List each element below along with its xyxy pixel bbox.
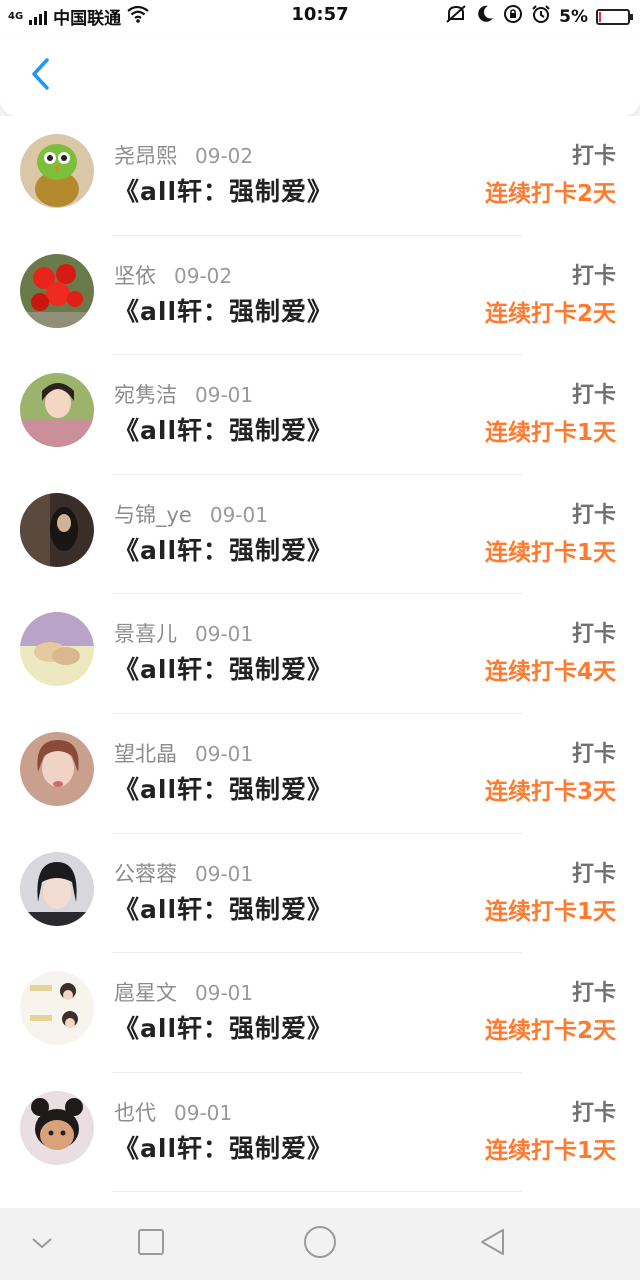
- checkin-label: 打卡: [571, 144, 616, 169]
- recents-button[interactable]: [131, 1224, 171, 1264]
- checkin-date: 09-01: [195, 981, 254, 1006]
- book-title[interactable]: 《all轩：强制爱》: [114, 172, 333, 208]
- home-circle-icon: [303, 1225, 337, 1263]
- checkin-label: 打卡: [571, 383, 616, 409]
- back-nav-button[interactable]: [472, 1224, 512, 1264]
- book-title[interactable]: 《all轩：强制爱》: [114, 890, 333, 926]
- back-triangle-icon: [478, 1227, 506, 1261]
- avatar[interactable]: [20, 971, 94, 1046]
- list-item[interactable]: 望北晶 09-01 《all轩：强制爱》 打卡 连续打卡3天: [0, 714, 640, 834]
- streak-label: 连续打卡1天: [484, 539, 616, 566]
- name-line: 宛隽洁 09-01: [114, 379, 253, 409]
- checkin-date: 09-02: [195, 144, 254, 168]
- streak-label: 连续打卡4天: [484, 659, 616, 686]
- list-item[interactable]: 尧昂熙 09-02 《all轩：强制爱》 打卡 连续打卡2天: [0, 116, 640, 236]
- collapse-down-icon: [30, 1235, 54, 1254]
- silent-icon: [445, 4, 467, 29]
- list-item[interactable]: 宛隽洁 09-01 《all轩：强制爱》 打卡 连续打卡1天: [0, 355, 640, 475]
- list-item[interactable]: 公蓉蓉 09-01 《all轩：强制爱》 打卡 连续打卡1天: [0, 834, 640, 954]
- avatar[interactable]: [20, 492, 94, 567]
- user-name[interactable]: 扈星文: [114, 977, 177, 1007]
- avatar[interactable]: [20, 731, 94, 806]
- checkin-date: 09-01: [209, 502, 268, 527]
- battery-fill: [599, 11, 601, 22]
- rotation-lock-icon: [503, 4, 523, 29]
- name-line: 坚依 09-02: [114, 260, 232, 290]
- recents-square-icon: [137, 1228, 165, 1260]
- user-name[interactable]: 望北晶: [114, 738, 177, 768]
- streak-label: 连续打卡2天: [484, 300, 616, 327]
- book-title[interactable]: 《all轩：强制爱》: [114, 1129, 333, 1165]
- streak-label: 连续打卡1天: [484, 898, 616, 925]
- user-name[interactable]: 宛隽洁: [114, 379, 177, 409]
- streak-label: 连续打卡1天: [484, 420, 616, 447]
- list-item[interactable]: 扈星文 09-01 《all轩：强制爱》 打卡 连续打卡2天: [0, 953, 640, 1073]
- status-right: 5%: [445, 4, 633, 29]
- list-item[interactable]: 也代 09-01 《all轩：强制爱》 打卡 连续打卡1天: [0, 1073, 640, 1193]
- alarm-icon: [531, 4, 551, 29]
- book-title[interactable]: 《all轩：强制爱》: [114, 650, 333, 686]
- battery-percent: 5%: [559, 6, 588, 27]
- checkin-date: 09-01: [195, 622, 254, 647]
- header: [0, 34, 640, 116]
- name-line: 望北晶 09-01: [114, 738, 253, 768]
- checkin-date: 09-01: [195, 861, 254, 886]
- home-button[interactable]: [300, 1224, 340, 1264]
- user-name[interactable]: 也代: [114, 1097, 156, 1127]
- name-line: 与锦_ye 09-01: [114, 499, 268, 529]
- collapse-button[interactable]: [22, 1224, 62, 1264]
- avatar[interactable]: [20, 851, 94, 926]
- streak-label: 连续打卡1天: [484, 1137, 616, 1164]
- checkin-label: 打卡: [571, 502, 616, 528]
- status-bar: 4G 中国联通 10:57 5%: [0, 0, 640, 34]
- name-line: 也代 09-01: [114, 1097, 232, 1127]
- book-title[interactable]: 《all轩：强制爱》: [114, 531, 333, 567]
- checkin-label: 打卡: [571, 861, 616, 887]
- checkin-date: 09-01: [195, 383, 254, 408]
- name-line: 景喜儿 09-01: [114, 618, 253, 648]
- battery-icon: [596, 8, 633, 25]
- system-nav-bar: [0, 1208, 640, 1280]
- checkin-label: 打卡: [571, 981, 616, 1007]
- checkin-date: 09-01: [195, 741, 254, 766]
- checkin-label: 打卡: [571, 622, 616, 648]
- checkin-list: 尧昂熙 09-02 《all轩：强制爱》 打卡 连续打卡2天 坚依 09-02 …: [0, 116, 640, 1208]
- book-title[interactable]: 《all轩：强制爱》: [114, 411, 333, 447]
- streak-label: 连续打卡2天: [484, 1018, 616, 1045]
- chevron-left-icon: [29, 57, 51, 95]
- checkin-date: 09-02: [174, 263, 233, 288]
- avatar[interactable]: [20, 1090, 94, 1165]
- user-name[interactable]: 公蓉蓉: [114, 858, 177, 888]
- book-title[interactable]: 《all轩：强制爱》: [114, 292, 333, 328]
- moon-icon: [475, 4, 495, 29]
- user-name[interactable]: 与锦_ye: [114, 499, 192, 529]
- checkin-label: 打卡: [571, 741, 616, 767]
- user-name[interactable]: 景喜儿: [114, 618, 177, 648]
- checkin-label: 打卡: [571, 1100, 616, 1126]
- streak-label: 连续打卡3天: [484, 778, 616, 805]
- list-item[interactable]: 坚依 09-02 《all轩：强制爱》 打卡 连续打卡2天: [0, 236, 640, 356]
- back-button[interactable]: [20, 56, 60, 96]
- list-item[interactable]: 与锦_ye 09-01 《all轩：强制爱》 打卡 连续打卡1天: [0, 475, 640, 595]
- user-name[interactable]: 尧昂熙: [114, 140, 177, 170]
- book-title[interactable]: 《all轩：强制爱》: [114, 770, 333, 806]
- name-line: 尧昂熙 09-02: [114, 140, 253, 170]
- avatar[interactable]: [20, 134, 94, 208]
- user-name[interactable]: 坚依: [114, 260, 156, 290]
- avatar[interactable]: [20, 373, 94, 448]
- checkin-label: 打卡: [571, 263, 616, 289]
- name-line: 公蓉蓉 09-01: [114, 858, 253, 888]
- avatar[interactable]: [20, 612, 94, 687]
- avatar[interactable]: [20, 253, 94, 328]
- book-title[interactable]: 《all轩：强制爱》: [114, 1009, 333, 1045]
- name-line: 扈星文 09-01: [114, 977, 253, 1007]
- streak-label: 连续打卡2天: [484, 181, 616, 207]
- checkin-date: 09-01: [174, 1100, 233, 1125]
- list-item[interactable]: 景喜儿 09-01 《all轩：强制爱》 打卡 连续打卡4天: [0, 594, 640, 714]
